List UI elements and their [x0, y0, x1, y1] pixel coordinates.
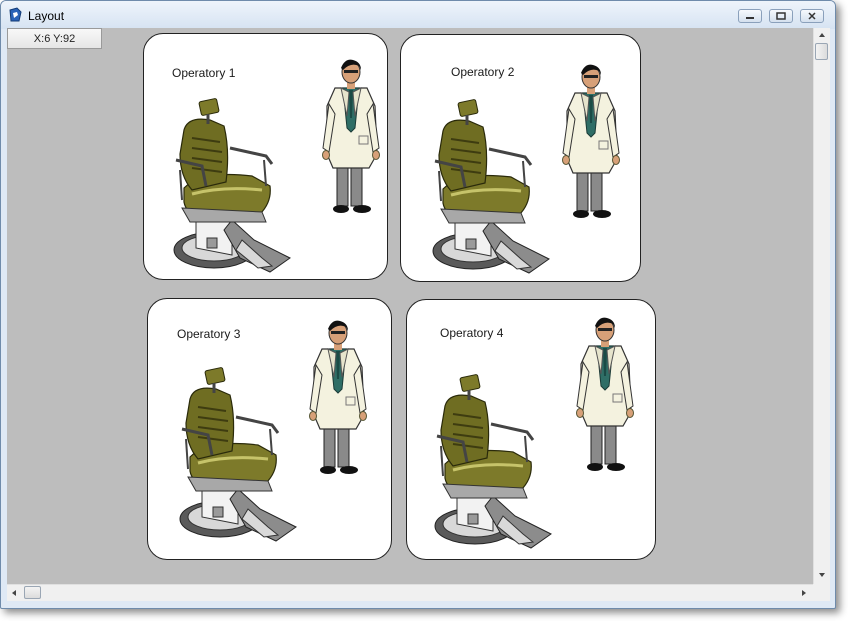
dentist-icon: [575, 316, 635, 478]
horizontal-scrollbar[interactable]: [7, 584, 813, 601]
window-title: Layout: [28, 9, 65, 23]
restore-icon: [776, 12, 786, 20]
minimize-icon: [746, 17, 754, 19]
dental-chair-icon: [421, 91, 551, 281]
operatory-label: Operatory 3: [177, 327, 241, 341]
cursor-coordinates: X:6 Y:92: [7, 28, 102, 49]
operatory-card-2[interactable]: Operatory 2: [400, 34, 641, 282]
operatory-card-4[interactable]: Operatory 4: [406, 299, 656, 560]
close-button[interactable]: [800, 9, 824, 23]
vertical-scrollbar[interactable]: [813, 28, 830, 584]
dental-chair-icon: [168, 359, 298, 549]
dentist-icon: [561, 63, 621, 225]
dental-chair-icon: [162, 90, 292, 280]
horizontal-scroll-thumb[interactable]: [24, 586, 41, 599]
operatory-label: Operatory 2: [451, 65, 515, 79]
dentist-icon: [321, 58, 381, 220]
operatory-label: Operatory 4: [440, 326, 504, 340]
minimize-button[interactable]: [738, 9, 762, 23]
layout-window: Layout X:6 Y:92 Operatory 1 Operatory 2 …: [0, 0, 836, 609]
operatory-card-1[interactable]: Operatory 1: [143, 33, 388, 280]
scroll-up-arrow-icon[interactable]: [818, 32, 826, 38]
vertical-scroll-thumb[interactable]: [815, 43, 828, 60]
operatory-label: Operatory 1: [172, 66, 236, 80]
title-bar[interactable]: Layout: [1, 1, 835, 29]
operatory-card-3[interactable]: Operatory 3: [147, 298, 392, 560]
scroll-down-arrow-icon[interactable]: [818, 572, 826, 578]
scroll-left-arrow-icon[interactable]: [11, 589, 17, 597]
restore-button[interactable]: [769, 9, 793, 23]
scrollbar-corner: [813, 584, 830, 601]
dental-chair-icon: [423, 366, 553, 556]
app-logo-icon: [9, 7, 22, 22]
dentist-icon: [308, 319, 368, 481]
scroll-right-arrow-icon[interactable]: [801, 589, 807, 597]
close-icon: [808, 12, 816, 20]
layout-canvas[interactable]: X:6 Y:92 Operatory 1 Operatory 2 Operato…: [7, 28, 813, 584]
